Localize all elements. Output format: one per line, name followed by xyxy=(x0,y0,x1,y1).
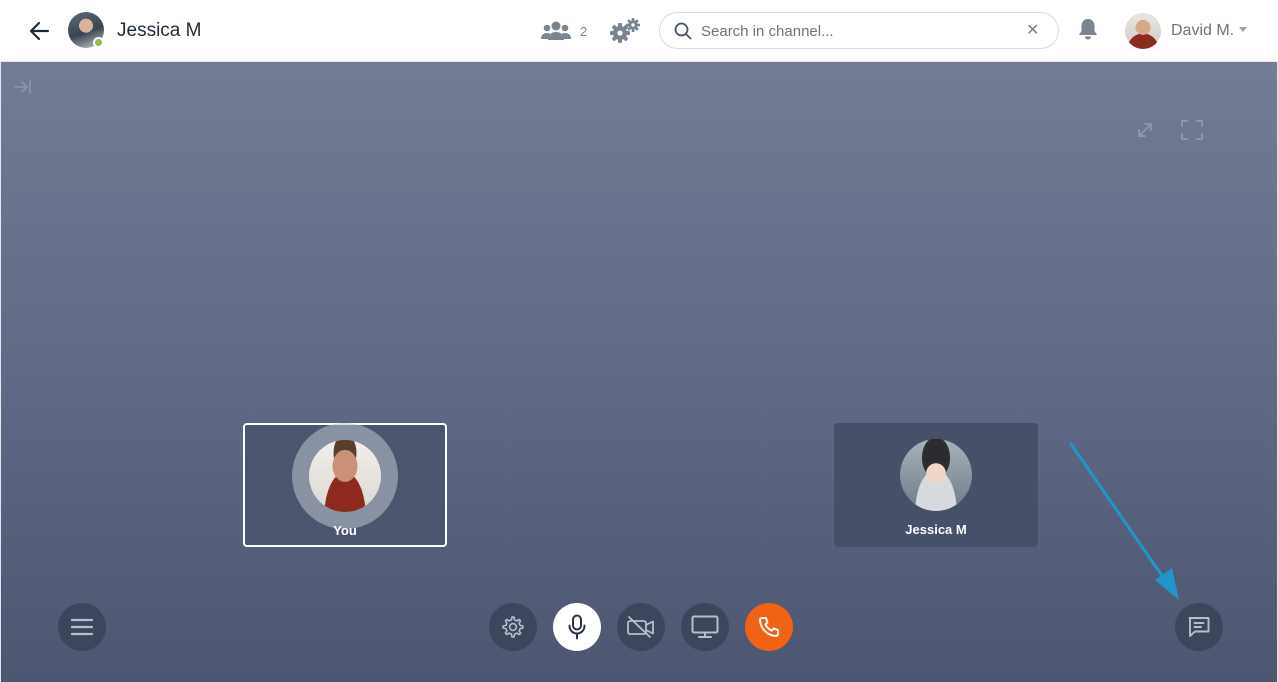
user-avatar xyxy=(1125,12,1161,49)
collapse-sidebar-button[interactable] xyxy=(13,78,33,96)
search-icon xyxy=(674,22,692,40)
gear-icon xyxy=(502,616,524,638)
call-stage: You Jessica M xyxy=(0,62,1278,682)
collapse-panel-icon xyxy=(14,80,31,94)
search-input[interactable] xyxy=(701,19,1021,43)
annotation-arrow-icon xyxy=(1069,442,1179,600)
call-settings-button[interactable] xyxy=(489,603,537,651)
chat-icon xyxy=(1188,617,1210,637)
chevron-down-icon xyxy=(1239,27,1248,32)
remote-avatar xyxy=(900,439,972,511)
chat-button[interactable] xyxy=(1175,603,1223,651)
participants-count: 2 xyxy=(580,23,588,39)
arrow-left-icon xyxy=(29,21,50,41)
camera-toggle-button[interactable] xyxy=(617,603,665,651)
top-bar: Jessica M 2 Search in channel... ✕ David… xyxy=(0,0,1278,62)
camera-off-icon xyxy=(627,616,654,638)
back-button[interactable] xyxy=(26,18,54,44)
online-status-dot xyxy=(93,37,104,48)
fullscreen-icon xyxy=(1181,120,1203,140)
screen-share-button[interactable] xyxy=(681,603,729,651)
phone-icon xyxy=(759,617,779,637)
participants-button[interactable]: 2 xyxy=(541,18,587,44)
microphone-icon xyxy=(568,614,586,640)
self-video-tile[interactable]: You xyxy=(243,423,447,547)
hamburger-icon xyxy=(71,618,93,636)
contact-name[interactable]: Jessica M xyxy=(117,20,201,42)
self-avatar xyxy=(309,440,381,512)
self-tile-label: You xyxy=(333,523,357,538)
clear-search-button[interactable]: ✕ xyxy=(1026,21,1039,41)
microphone-button[interactable] xyxy=(553,603,601,651)
remote-video-tile[interactable]: Jessica M xyxy=(834,423,1038,547)
channel-settings-button[interactable] xyxy=(609,16,641,46)
hang-up-button[interactable] xyxy=(745,603,793,651)
bell-icon xyxy=(1079,19,1097,40)
remote-tile-label: Jessica M xyxy=(905,522,967,537)
users-icon xyxy=(541,21,571,40)
user-menu[interactable]: David M. xyxy=(1125,12,1248,49)
expand-icon xyxy=(1138,123,1152,137)
user-name: David M. xyxy=(1171,21,1235,39)
search-box: ✕ xyxy=(659,12,1059,49)
call-menu-button[interactable] xyxy=(58,603,106,651)
notifications-button[interactable] xyxy=(1077,17,1099,41)
expand-button[interactable] xyxy=(1134,119,1156,141)
monitor-icon xyxy=(691,615,719,638)
fullscreen-button[interactable] xyxy=(1180,119,1204,141)
gears-icon xyxy=(610,18,640,43)
